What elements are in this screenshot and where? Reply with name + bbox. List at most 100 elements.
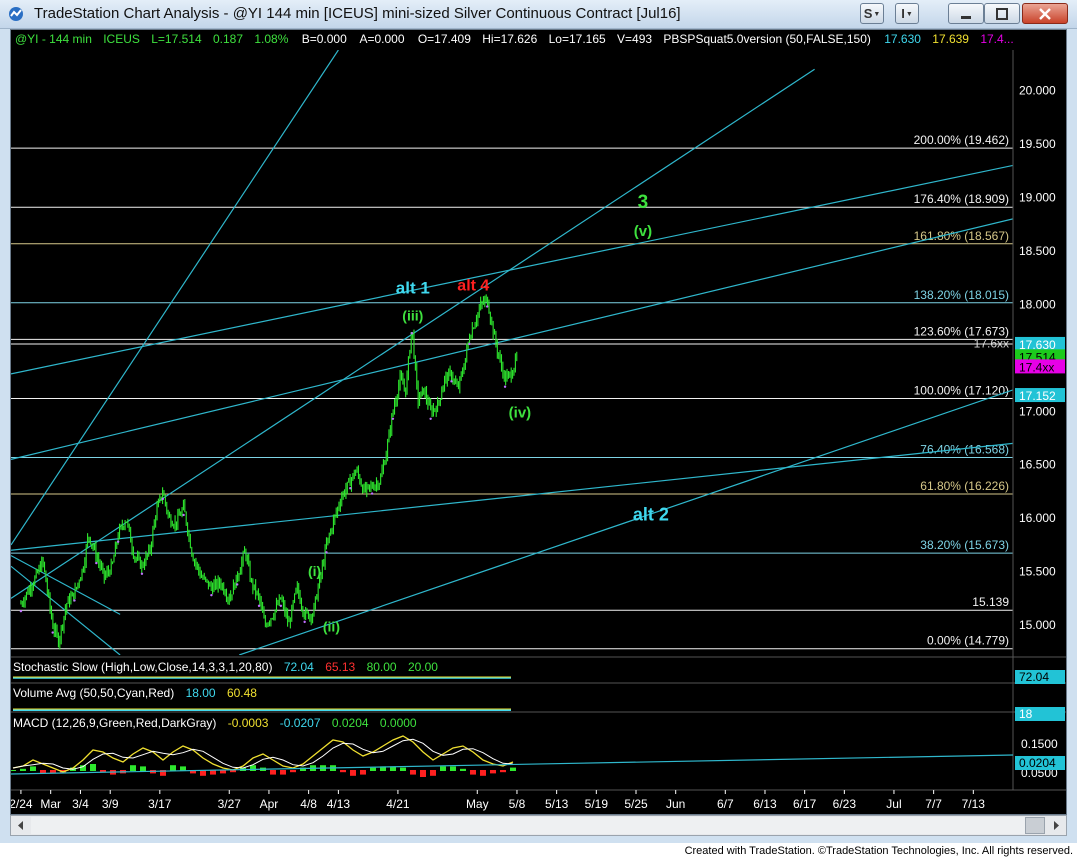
fib-level-label: 15.139 — [972, 595, 1009, 609]
dropdown-arrow-icon: ▼ — [873, 11, 881, 19]
price-tick-label: 16.000 — [1019, 511, 1056, 525]
macd-histogram-bar — [270, 770, 276, 775]
time-label: Jun — [666, 797, 685, 811]
swing-dot — [73, 599, 76, 602]
wave-label: alt 1 — [396, 279, 430, 298]
price-tick-label: 16.500 — [1019, 458, 1056, 472]
fib-level-label: 38.20% (15.673) — [920, 538, 1009, 552]
volume-avg1: 18.00 — [186, 686, 216, 700]
time-label: Mar — [40, 797, 61, 811]
s-button-label: S — [863, 6, 873, 21]
wave-label: (iii) — [402, 307, 423, 323]
maximize-icon — [996, 8, 1008, 20]
close-button[interactable] — [1022, 3, 1068, 24]
scroll-right-icon[interactable] — [1047, 816, 1065, 835]
time-label: 7/7 — [925, 797, 942, 811]
macd-histogram-bar — [11, 770, 16, 771]
window-title: TradeStation Chart Analysis - @YI 144 mi… — [34, 5, 681, 22]
swing-dot — [450, 380, 453, 383]
time-label: 3/27 — [218, 797, 242, 811]
fib-level-label: 76.40% (16.568) — [920, 442, 1009, 456]
fib-level-label: 200.00% (19.462) — [914, 133, 1009, 147]
macd-histogram-bar — [450, 766, 456, 771]
price-tick-label: 15.000 — [1019, 618, 1056, 632]
net-change: 0.187 — [213, 32, 243, 46]
exchange: ICEUS — [103, 32, 140, 46]
chart-panel[interactable]: 200.00% (19.462) 176.40% (18.909) 161.80% … — [10, 29, 1067, 815]
macd-histogram-bar — [460, 768, 466, 771]
macd-diff: 0.0204 — [332, 716, 369, 730]
swing-dot — [468, 342, 471, 346]
time-label: 5/19 — [585, 797, 609, 811]
volume-label: Volume Avg (50,50,Cyan,Red) — [13, 686, 174, 700]
swing-dot — [140, 572, 144, 575]
swing-dot — [391, 417, 395, 420]
swing-dot — [51, 631, 54, 634]
swing-dot — [410, 332, 413, 335]
wave-label: (v) — [634, 223, 652, 240]
price-tick-label: 19.000 — [1019, 191, 1056, 205]
wave-label: (iv) — [509, 405, 532, 422]
price-tick-label: 19.500 — [1019, 137, 1056, 151]
scroll-left-icon[interactable] — [12, 816, 30, 835]
macd-value: -0.0003 — [228, 716, 269, 730]
i-button-label: I — [901, 6, 905, 21]
macd-histogram-bar — [510, 767, 516, 771]
horizontal-scrollbar[interactable] — [10, 815, 1067, 836]
scrollbar-track[interactable] — [31, 817, 1026, 834]
indicator-name: PBSPSquat5.0version (50,FALSE,150) — [663, 32, 870, 46]
price-chart[interactable]: 200.00% (19.462)176.40% (18.909)161.80% … — [11, 30, 1066, 814]
macd-histogram-bar — [140, 766, 146, 771]
low: Lo=17.165 — [549, 32, 606, 46]
indicator-value-2: 17.639 — [932, 32, 969, 46]
swing-dot — [349, 487, 352, 490]
macd-signal: -0.0207 — [280, 716, 321, 730]
stochastic-label: Stochastic Slow (High,Low,Close,14,3,3,1… — [13, 660, 272, 674]
macd-histogram-bar — [170, 765, 176, 771]
volume: V=493 — [617, 32, 652, 46]
time-label: 7/13 — [962, 797, 986, 811]
time-label: 4/21 — [386, 797, 410, 811]
swing-dot — [210, 593, 213, 597]
swing-dot — [161, 497, 164, 501]
time-label: Apr — [260, 797, 279, 811]
i-button[interactable]: I▼ — [895, 3, 919, 24]
time-label: 6/23 — [833, 797, 857, 811]
swing-dot — [503, 385, 507, 388]
macd-histogram-bar — [20, 768, 26, 771]
price-tick-label: 20.000 — [1019, 84, 1056, 98]
price-tick-label: 18.500 — [1019, 244, 1056, 258]
time-label: 4/8 — [300, 797, 317, 811]
wave-label: (ii) — [323, 618, 340, 634]
maximize-button[interactable] — [984, 3, 1020, 24]
dropdown-arrow-icon: ▼ — [905, 11, 913, 19]
swing-dot — [279, 604, 283, 608]
swing-dot — [19, 609, 23, 613]
stochastic-os: 20.00 — [408, 660, 438, 674]
time-label: 5/13 — [545, 797, 569, 811]
s-button[interactable]: S▼ — [860, 3, 884, 24]
swing-dot — [257, 604, 261, 608]
price-badge-label: 17.152 — [1019, 389, 1056, 403]
price-badge-label: 17.4xx — [1019, 360, 1054, 374]
macd-histogram-bar — [30, 766, 36, 771]
time-label: 4/13 — [327, 797, 351, 811]
minimize-icon — [961, 16, 971, 19]
swing-dot — [370, 492, 374, 495]
minimize-button[interactable] — [948, 3, 984, 24]
time-label: 6/13 — [753, 797, 777, 811]
macd-histogram-bar — [360, 770, 366, 775]
wave-label: alt 2 — [633, 504, 669, 524]
time-label: 5/25 — [624, 797, 648, 811]
time-label: 6/7 — [717, 797, 734, 811]
time-label: 6/17 — [793, 797, 817, 811]
last-price: L=17.514 — [151, 32, 202, 46]
swing-dot — [182, 513, 185, 517]
scrollbar-thumb[interactable] — [1025, 817, 1045, 834]
macd-header: MACD (12,26,9,Green,Red,DarkGray) -0.000… — [13, 716, 417, 730]
title-bar[interactable]: TradeStation Chart Analysis - @YI 144 mi… — [0, 0, 1077, 29]
close-icon — [1039, 8, 1051, 20]
macd-histogram-bar — [290, 770, 296, 773]
macd-histogram-bar — [410, 770, 416, 775]
macd-histogram-bar — [480, 770, 486, 776]
